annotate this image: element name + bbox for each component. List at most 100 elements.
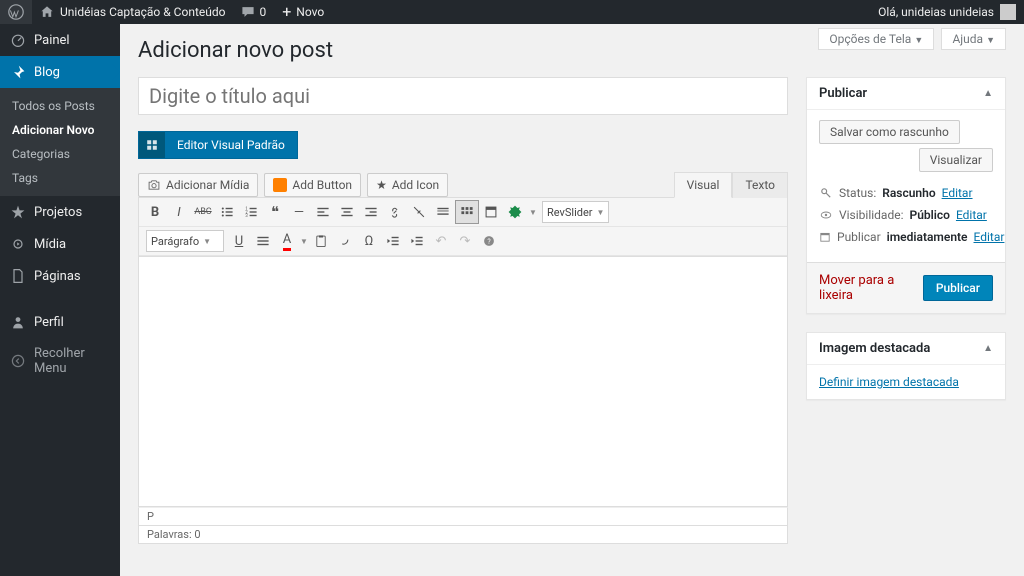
post-title-input[interactable] [138, 77, 788, 115]
meta-column: Publicar ▲ Salvar como rascunho Visualiz… [806, 77, 1006, 576]
media-buttons-row: Adicionar Mídia Add Button ★ Add Icon Vi… [138, 173, 788, 197]
comment-icon [241, 5, 255, 19]
key-icon [819, 187, 833, 199]
clear-format-button[interactable] [333, 229, 357, 253]
justify-button[interactable] [251, 229, 275, 253]
screen-options-button[interactable]: Opções de Tela▼ [818, 28, 934, 50]
dashboard-icon [10, 32, 26, 48]
move-to-trash-link[interactable]: Mover para a lixeira [819, 273, 923, 303]
unlink-button[interactable] [407, 200, 431, 224]
toolbar-toggle-button[interactable] [455, 200, 479, 224]
indent-button[interactable] [405, 229, 429, 253]
featured-image-metabox: Imagem destacada ▲ Definir imagem destac… [806, 332, 1006, 400]
svg-text:3: 3 [245, 214, 248, 219]
pin-icon [10, 64, 26, 80]
undo-button[interactable]: ↶ [429, 229, 453, 253]
fullscreen-button[interactable] [479, 200, 503, 224]
publish-button[interactable]: Publicar [923, 275, 993, 301]
screen-meta: Opções de Tela▼ Ajuda▼ [814, 28, 1006, 50]
redo-button[interactable]: ↷ [453, 229, 477, 253]
outdent-button[interactable] [381, 229, 405, 253]
set-featured-image-link[interactable]: Definir imagem destacada [819, 375, 959, 389]
special-char-button[interactable]: Ω [357, 229, 381, 253]
star-icon [10, 204, 26, 220]
maxbutton-icon [273, 178, 287, 192]
text-color-button[interactable]: A [275, 229, 299, 253]
number-list-button[interactable]: 123 [239, 200, 263, 224]
editor-tabs: Visual Texto [674, 172, 788, 198]
schedule-row: Publicar imediatamente Editar [819, 230, 993, 244]
more-button[interactable] [431, 200, 455, 224]
eye-icon [819, 209, 833, 221]
sidebar-sub-tags[interactable]: Tags [0, 166, 120, 190]
toggle-publish-icon[interactable]: ▲ [983, 88, 993, 99]
sidebar-item-blog[interactable]: Blog [0, 56, 120, 88]
bold-button[interactable]: B [143, 200, 167, 224]
edit-schedule-link[interactable]: Editar [974, 230, 1005, 244]
new-link[interactable]: + Novo [274, 0, 332, 24]
edit-visibility-link[interactable]: Editar [956, 208, 987, 222]
page-icon [10, 268, 26, 284]
align-center-button[interactable] [335, 200, 359, 224]
add-icon-button[interactable]: ★ Add Icon [367, 173, 448, 197]
sidebar-sub-add-new[interactable]: Adicionar Novo [0, 118, 120, 142]
status-row: Status: Rascunho Editar [819, 186, 993, 200]
paste-text-button[interactable] [309, 229, 333, 253]
publish-metabox: Publicar ▲ Salvar como rascunho Visualiz… [806, 77, 1006, 314]
site-link[interactable]: Unidéias Captação & Conteúdo [32, 0, 233, 24]
grammarly-caret[interactable]: ▼ [527, 200, 539, 224]
grammarly-button[interactable] [503, 200, 527, 224]
admin-bar: Unidéias Captação & Conteúdo 0 + Novo Ol… [0, 0, 1024, 24]
sidebar-item-media[interactable]: Mídia [0, 228, 120, 260]
add-button-button[interactable]: Add Button [264, 173, 361, 197]
publish-heading: Publicar [819, 86, 867, 101]
plus-icon: + [282, 4, 291, 20]
toggle-featured-icon[interactable]: ▲ [983, 343, 993, 354]
sidebar-item-profile[interactable]: Perfil [0, 306, 120, 338]
help-button[interactable]: Ajuda▼ [941, 28, 1006, 50]
align-right-button[interactable] [359, 200, 383, 224]
site-name-label: Unidéias Captação & Conteúdo [60, 5, 225, 19]
strike-button[interactable]: ABC [191, 200, 215, 224]
blockquote-button[interactable]: ❝ [263, 200, 287, 224]
help-icon-button[interactable]: ? [477, 229, 501, 253]
tab-text[interactable]: Texto [732, 172, 788, 198]
editor-column: Editor Visual Padrão Adicionar Mídia Add… [138, 77, 788, 576]
editor-path: P [138, 507, 788, 526]
align-left-button[interactable] [311, 200, 335, 224]
visibility-row: Visibilidade: Público Editar [819, 208, 993, 222]
format-select[interactable]: Parágrafo▼ [146, 230, 224, 252]
underline-button[interactable]: U [227, 229, 251, 253]
word-count: Palavras: 0 [138, 526, 788, 544]
tab-visual[interactable]: Visual [674, 172, 733, 198]
text-color-caret[interactable]: ▼ [299, 229, 309, 253]
sidebar-item-pages[interactable]: Páginas [0, 260, 120, 292]
avatar [1000, 4, 1016, 20]
sidebar-item-projects[interactable]: Projetos [0, 196, 120, 228]
italic-button[interactable]: I [167, 200, 191, 224]
sidebar-collapse[interactable]: Recolher Menu [0, 338, 120, 384]
editor-textarea[interactable] [138, 257, 788, 507]
sidebar-submenu-blog: Todos os Posts Adicionar Novo Categorias… [0, 88, 120, 196]
sidebar-sub-all-posts[interactable]: Todos os Posts [0, 94, 120, 118]
link-button[interactable] [383, 200, 407, 224]
home-icon [40, 5, 54, 19]
save-draft-button[interactable]: Salvar como rascunho [819, 120, 960, 144]
edit-status-link[interactable]: Editar [942, 186, 973, 200]
sidebar-sub-categories[interactable]: Categorias [0, 142, 120, 166]
revslider-select[interactable]: RevSlider▼ [542, 201, 609, 223]
comments-link[interactable]: 0 [233, 0, 274, 24]
media-icon [10, 236, 26, 252]
wp-logo[interactable] [0, 0, 32, 24]
vc-logo-icon [139, 132, 165, 158]
preview-button[interactable]: Visualizar [919, 148, 993, 172]
bullet-list-button[interactable] [215, 200, 239, 224]
sidebar-item-dashboard[interactable]: Painel [0, 24, 120, 56]
main-content: Opções de Tela▼ Ajuda▼ Adicionar novo po… [120, 24, 1024, 576]
vc-editor-switch-button[interactable]: Editor Visual Padrão [138, 131, 298, 159]
star-icon: ★ [376, 178, 387, 192]
user-greeting[interactable]: Olá, unideias unideias [870, 0, 1024, 24]
add-media-button[interactable]: Adicionar Mídia [138, 173, 258, 197]
admin-sidebar: Painel Blog Todos os Posts Adicionar Nov… [0, 24, 120, 576]
hr-button[interactable]: — [287, 200, 311, 224]
